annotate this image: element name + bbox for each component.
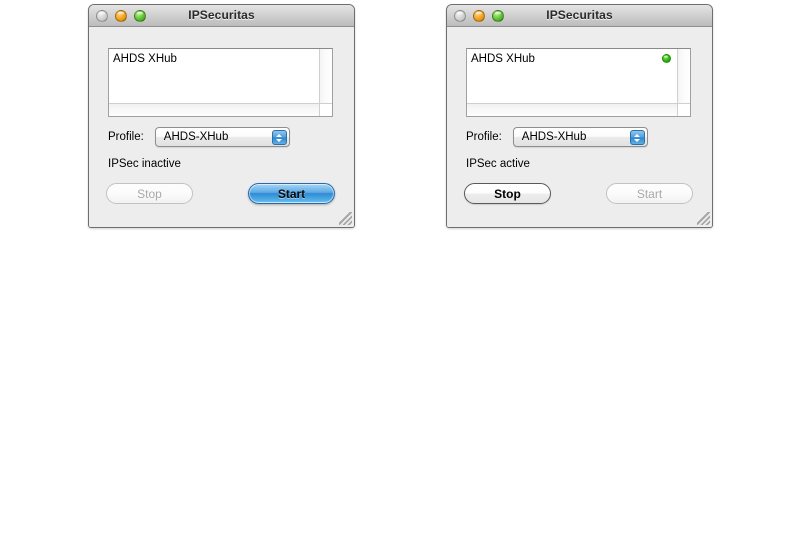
profile-label: Profile: [466, 131, 502, 143]
titlebar[interactable]: IPSecuritas [447, 5, 712, 27]
ipsec-status-text: IPSec active [466, 158, 530, 170]
window-ipsecuritas-active[interactable]: IPSecuritas AHDS XHub Profile: AHDS-XHub [446, 4, 713, 228]
profile-select-value: AHDS-XHub [163, 131, 229, 143]
window-body: AHDS XHub Profile: AHDS-XHub IPSec activ… [447, 27, 712, 227]
horizontal-scrollbar[interactable] [467, 103, 677, 116]
zoom-button-icon[interactable] [492, 9, 504, 22]
profile-select[interactable]: AHDS-XHub [154, 127, 290, 147]
listbox-content: AHDS XHub [109, 49, 319, 103]
chevron-updown-icon[interactable] [271, 130, 287, 145]
list-item-label: AHDS XHub [113, 52, 177, 65]
ipsec-status-text: IPSec inactive [108, 158, 181, 170]
scrollbar-corner [319, 103, 332, 116]
profile-row: Profile: AHDS-XHub [108, 127, 290, 147]
chevron-updown-icon[interactable] [629, 130, 645, 145]
close-button-icon[interactable] [454, 9, 466, 22]
profile-select-value: AHDS-XHub [521, 131, 587, 143]
profile-select[interactable]: AHDS-XHub [512, 127, 648, 147]
minimize-button-icon[interactable] [473, 9, 485, 22]
stop-button[interactable]: Stop [464, 183, 551, 204]
connection-status-dot-icon [662, 54, 671, 63]
resize-grip-icon[interactable] [339, 212, 352, 225]
connections-listbox[interactable]: AHDS XHub [466, 48, 691, 117]
list-item[interactable]: AHDS XHub [109, 49, 319, 66]
list-item-label: AHDS XHub [471, 52, 535, 65]
vertical-scrollbar[interactable] [677, 49, 690, 103]
profile-label: Profile: [108, 131, 144, 143]
window-body: AHDS XHub Profile: AHDS-XHub IPSec inact [89, 27, 354, 227]
minimize-button-icon[interactable] [115, 9, 127, 22]
resize-grip-icon[interactable] [697, 212, 710, 225]
window-ipsecuritas-inactive[interactable]: IPSecuritas AHDS XHub Profile: AHDS-XHub [88, 4, 355, 228]
zoom-button-icon[interactable] [134, 9, 146, 22]
horizontal-scrollbar[interactable] [109, 103, 319, 116]
profile-row: Profile: AHDS-XHub [466, 127, 648, 147]
start-button[interactable]: Start [606, 183, 693, 204]
listbox-content: AHDS XHub [467, 49, 677, 103]
connections-listbox[interactable]: AHDS XHub [108, 48, 333, 117]
traffic-light-buttons [454, 9, 504, 22]
close-button-icon[interactable] [96, 9, 108, 22]
traffic-light-buttons [96, 9, 146, 22]
titlebar[interactable]: IPSecuritas [89, 5, 354, 27]
vertical-scrollbar[interactable] [319, 49, 332, 103]
scrollbar-corner [677, 103, 690, 116]
stop-button[interactable]: Stop [106, 183, 193, 204]
list-item[interactable]: AHDS XHub [467, 49, 677, 66]
start-button[interactable]: Start [248, 183, 335, 204]
screen-canvas: IPSecuritas AHDS XHub Profile: AHDS-XHub [0, 0, 800, 550]
